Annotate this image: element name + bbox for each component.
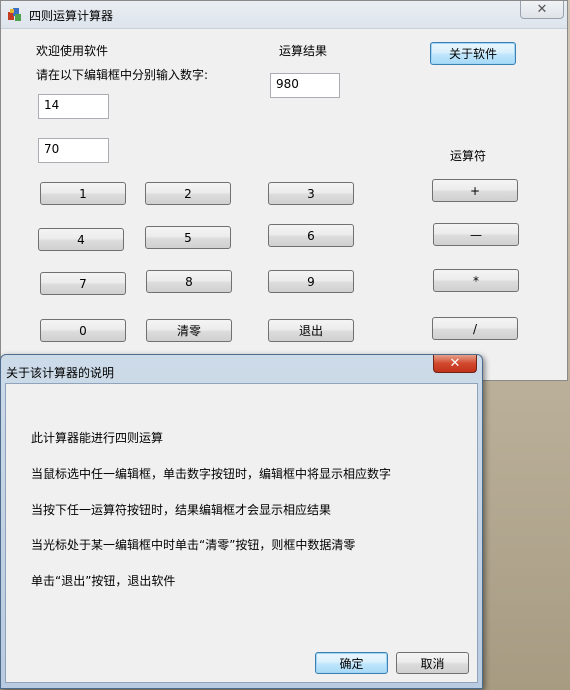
divide-button[interactable]: / bbox=[432, 317, 518, 340]
digit-0-button[interactable]: 0 bbox=[40, 319, 126, 342]
second-number-input[interactable]: 70 bbox=[38, 138, 109, 163]
first-number-input[interactable]: 14 bbox=[38, 94, 109, 119]
digit-2-button[interactable]: 2 bbox=[145, 182, 231, 205]
digit-5-button[interactable]: 5 bbox=[145, 226, 231, 249]
digit-9-button[interactable]: 9 bbox=[268, 270, 354, 293]
window-close-button[interactable]: ✕ bbox=[520, 1, 564, 19]
welcome-label: 欢迎使用软件 bbox=[36, 44, 109, 58]
window-title: 四则运算计算器 bbox=[29, 9, 114, 23]
close-icon: ✕ bbox=[536, 2, 548, 17]
dialog-line: 当按下任一运算符按钮时，结果编辑框才会显示相应结果 bbox=[31, 503, 332, 517]
digit-8-button[interactable]: 8 bbox=[146, 270, 232, 293]
digit-6-button[interactable]: 6 bbox=[268, 224, 354, 247]
result-label: 运算结果 bbox=[279, 44, 328, 58]
dialog-title: 关于该计算器的说明 bbox=[6, 366, 115, 380]
about-dialog: 关于该计算器的说明 ✕ 此计算器能进行四则运算 当鼠标选中任一编辑框，单击数字按… bbox=[0, 354, 483, 689]
dialog-line: 当鼠标选中任一编辑框，单击数字按钮时，编辑框中将显示相应数字 bbox=[31, 467, 392, 481]
exit-button[interactable]: 退出 bbox=[268, 319, 354, 342]
operator-label: 运算符 bbox=[450, 149, 487, 163]
multiply-button[interactable]: * bbox=[433, 269, 519, 292]
digit-4-button[interactable]: 4 bbox=[38, 228, 124, 251]
calculator-app-icon bbox=[8, 8, 21, 21]
ok-button[interactable]: 确定 bbox=[315, 652, 388, 674]
calculator-titlebar[interactable]: 四则运算计算器 ✕ bbox=[1, 1, 567, 29]
calculator-window: 四则运算计算器 ✕ 欢迎使用软件 请在以下编辑框中分别输入数字: 运算结果 14… bbox=[0, 0, 568, 381]
dialog-line: 单击“退出”按钮，退出软件 bbox=[31, 574, 176, 588]
dialog-body: 此计算器能进行四则运算 当鼠标选中任一编辑框，单击数字按钮时，编辑框中将显示相应… bbox=[5, 383, 478, 683]
digit-7-button[interactable]: 7 bbox=[40, 272, 126, 295]
about-button[interactable]: 关于软件 bbox=[430, 42, 516, 65]
dialog-line: 此计算器能进行四则运算 bbox=[31, 431, 164, 445]
cancel-button[interactable]: 取消 bbox=[396, 652, 469, 674]
add-button[interactable]: + bbox=[432, 179, 518, 202]
dialog-close-button[interactable]: ✕ bbox=[433, 355, 477, 373]
result-output[interactable]: 980 bbox=[270, 73, 340, 98]
subtract-button[interactable]: — bbox=[433, 223, 519, 246]
close-icon: ✕ bbox=[449, 356, 461, 371]
instruction-label: 请在以下编辑框中分别输入数字: bbox=[36, 68, 209, 82]
clear-button[interactable]: 清零 bbox=[146, 319, 232, 342]
digit-3-button[interactable]: 3 bbox=[268, 182, 354, 205]
dialog-line: 当光标处于某一编辑框中时单击“清零”按钮，则框中数据清零 bbox=[31, 538, 356, 552]
digit-1-button[interactable]: 1 bbox=[40, 182, 126, 205]
